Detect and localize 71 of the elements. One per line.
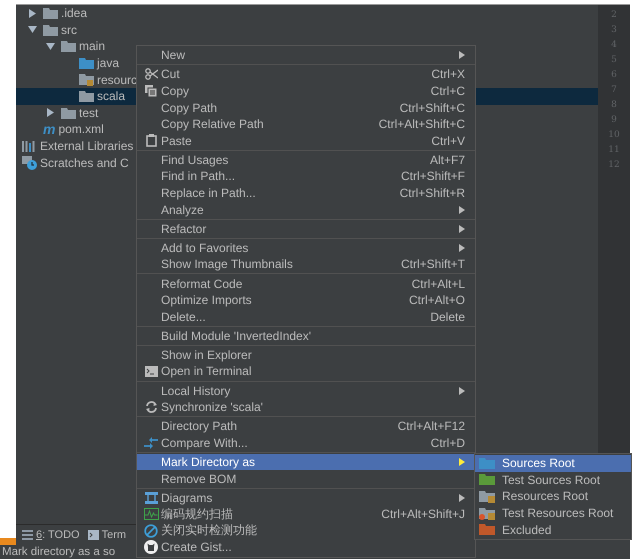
menu-item[interactable]: Add to Favorites [137,240,475,256]
maven-icon: m [43,122,56,136]
menu-item[interactable]: Mark Directory as [137,454,475,470]
edge-marker [0,538,16,545]
tree-item[interactable]: resourc [97,72,138,87]
menu-item[interactable]: Cut Ctrl+X [137,66,475,83]
menu-item[interactable]: 关闭实时检测功能 [137,522,475,540]
menu-item[interactable]: Show in Explorer [137,346,475,364]
collapsed-arrow-icon[interactable] [28,8,37,18]
tree-item[interactable]: .idea [61,6,88,20]
scratch-clock-icon [22,156,37,170]
tree-item[interactable]: java [97,56,120,70]
menu-item[interactable]: Find in Path... Ctrl+Shift+F [137,168,475,185]
menu-item[interactable]: Test Resources Root [475,504,631,522]
terminal-icon [88,530,99,540]
menu-item[interactable]: Analyze [137,201,475,218]
expanded-arrow-icon[interactable] [46,42,55,51]
diagram-icon [144,492,158,504]
menu-item[interactable]: Resources Root [475,488,631,505]
tree-item[interactable]: External Libraries [40,139,134,154]
folder-icon [43,7,58,20]
menu-item[interactable]: Copy Ctrl+C [137,82,475,100]
menu-item[interactable]: Synchronize 'scala' [137,398,475,416]
tree-item[interactable]: Scratches and C [40,156,129,170]
menu-item[interactable]: Local History [137,382,475,399]
copy-icon [145,84,157,97]
menu-item[interactable]: Paste Ctrl+V [137,132,475,150]
collapsed-arrow-icon[interactable] [46,108,55,118]
compare-arrows-icon [144,436,158,449]
tree-item[interactable]: scala [97,89,126,104]
tree-item[interactable]: main [79,39,106,54]
tool-window-button[interactable]: 6: TODO [22,529,80,541]
menu-item[interactable]: 编码规约扫描 Ctrl+Alt+Shift+J [137,506,475,523]
menu-item[interactable]: Show Image Thumbnails Ctrl+Shift+T [137,256,475,273]
menu-item[interactable]: Replace in Path... Ctrl+Shift+R [137,184,475,202]
menu-item[interactable]: Sources Root [475,455,631,472]
menu-item[interactable]: Open in Terminal [137,363,475,380]
sync-icon [144,401,158,414]
tool-window-button[interactable]: Term [88,529,126,541]
tree-item[interactable]: pom.xml [58,122,104,136]
pulse-chart-icon [144,508,158,520]
menu-item[interactable]: Excluded [475,521,631,538]
list-icon [22,530,33,540]
menu-item[interactable]: Reformat Code Ctrl+Alt+L [137,275,475,292]
menu-item[interactable]: Optimize Imports Ctrl+Alt+O [137,292,475,308]
menu-item[interactable]: Build Module 'InvertedIndex' [137,328,475,344]
menu-item[interactable]: Directory Path Ctrl+Alt+F12 [137,418,475,435]
menu-item[interactable]: New [137,47,475,64]
menu-item[interactable]: Refactor [137,220,475,238]
menu-item[interactable]: Compare With... Ctrl+D [137,434,475,452]
menu-item[interactable]: Remove BOM [137,470,475,487]
menu-item[interactable]: Find Usages Alt+F7 [137,152,475,168]
clipboard-icon [146,134,156,148]
menu-item[interactable]: Diagrams [137,489,475,506]
menu-item[interactable]: Copy Relative Path Ctrl+Alt+Shift+C [137,116,475,132]
tree-item[interactable]: src [61,22,77,37]
prohibited-icon [144,524,158,538]
terminal-icon [144,366,158,377]
folder-icon [43,24,58,36]
resource-folder-icon [79,73,94,86]
scissors-icon [144,68,158,80]
menu-item[interactable]: Delete... Delete [137,308,475,325]
tree-item[interactable]: test [79,106,98,120]
folder-icon [79,90,94,102]
cat-silhouette-icon [144,540,158,554]
menu-item[interactable]: Test Sources Root [475,472,631,488]
expanded-arrow-icon[interactable] [28,25,37,34]
library-bars-icon [22,140,37,152]
folder-icon [79,57,94,70]
menu-item[interactable]: Copy Path Ctrl+Shift+C [137,99,475,116]
folder-icon [61,40,76,52]
